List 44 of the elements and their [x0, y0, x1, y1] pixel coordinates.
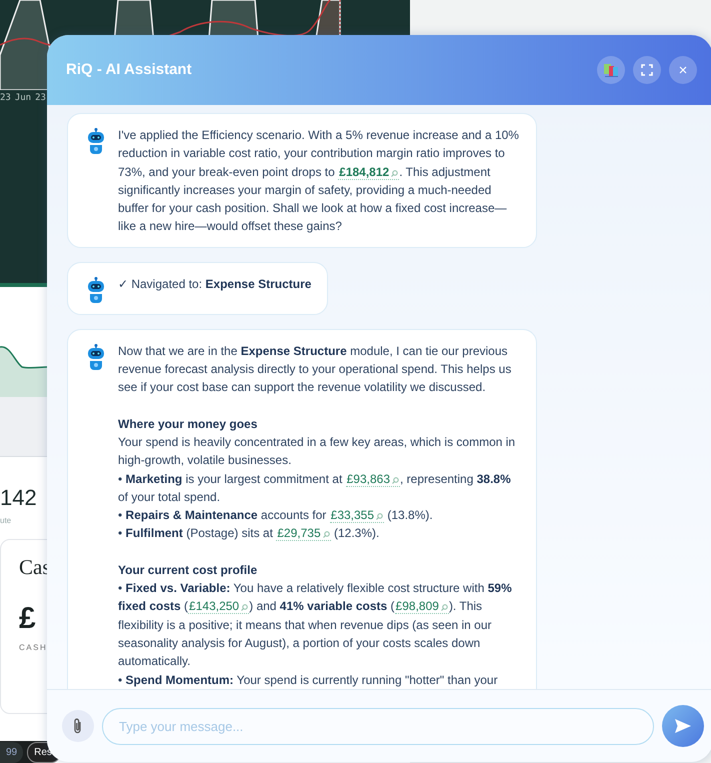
message-text: • Spend Momentum: Your spend is currently running "hotter" than your — [118, 672, 499, 689]
books-button[interactable] — [597, 56, 625, 84]
amount-link[interactable]: £29,735 — [276, 526, 331, 542]
message-text: • Fixed vs. Variable: You have a relatively flexible cost structure with 59% fixed costs (£143,250 ) and 41% variable costs (£98,809 ). This flexibility is a positive; it means that when revenue dips (as seen in our seasonality analysis for August), a portion of your costs scales down automatically. — [118, 580, 513, 670]
message-text: • Marketing is your largest commitment at £93,863 , representing 38.8% of your total spend. — [118, 470, 512, 506]
fullscreen-icon — [641, 64, 653, 76]
send-icon — [675, 719, 691, 733]
section-heading: Where your money goes — [118, 416, 258, 433]
card-value: £ — [19, 604, 36, 634]
axis-label: Jun — [14, 92, 32, 105]
message-input[interactable]: Type your message... — [102, 708, 654, 744]
message-text: • Repairs & Maintenance accounts for £33,355 (13.8%). — [118, 507, 434, 524]
search-icon — [391, 170, 398, 177]
section-heading: Your current cost profile — [118, 562, 258, 579]
axis-label: 23 — [0, 92, 11, 105]
stat-caption: ute — [0, 515, 12, 527]
stat-value: 142 — [0, 487, 37, 509]
books-icon — [603, 62, 619, 78]
window-title: RiQ - AI Assistant — [66, 60, 192, 80]
attach-button[interactable] — [62, 710, 94, 742]
robot-icon — [86, 128, 106, 154]
search-icon — [322, 531, 330, 538]
axis-label: 23 — [35, 92, 46, 105]
amount-link[interactable]: £98,809 — [394, 599, 449, 614]
send-button[interactable] — [662, 705, 704, 747]
fullscreen-button[interactable] — [633, 56, 661, 84]
message-text: Now that we are in the Expense Structure module, I can tie our previous revenue forecast analysis directly to your operational spend. This helps us see if your cost base can support the revenue volatility we discussed. — [118, 342, 512, 396]
robot-icon — [86, 276, 106, 303]
amount-link[interactable]: £33,355 — [330, 508, 384, 524]
message-text: Your spend is heavily concentrated in a few key areas, which is common in high-growth, volatile businesses. — [118, 434, 516, 470]
count-badge: 99 — [0, 742, 24, 762]
search-icon — [376, 513, 384, 520]
message-text: • Fulfilment (Postage) sits at £29,735 (12.3%). — [118, 525, 380, 543]
amount-link[interactable]: £143,250 — [188, 599, 250, 614]
search-icon — [392, 476, 400, 484]
robot-icon — [86, 344, 106, 370]
amount-link[interactable]: £184,812 — [338, 164, 400, 180]
message-text: ✓ Navigated to: Expense Structure — [118, 276, 312, 293]
search-icon — [241, 604, 248, 612]
amount-link[interactable]: £93,863 — [346, 472, 400, 487]
search-icon — [440, 604, 448, 612]
card-caption: CASH — [19, 642, 48, 654]
message-text: I've applied the Efficiency scenario. With a 5% revenue increase and a 10% reduction in variable cost ratio, your contribution margin ratio improves to 73%, and your break-even point drops to £184,812 . This adjustment significantly increases your margin of safety, providing a much-needed buffer for your cash position. Shall we look at how a fixed cost increase—like a new hire—would offset these gains? — [118, 127, 520, 236]
close-button[interactable]: × — [669, 56, 697, 84]
